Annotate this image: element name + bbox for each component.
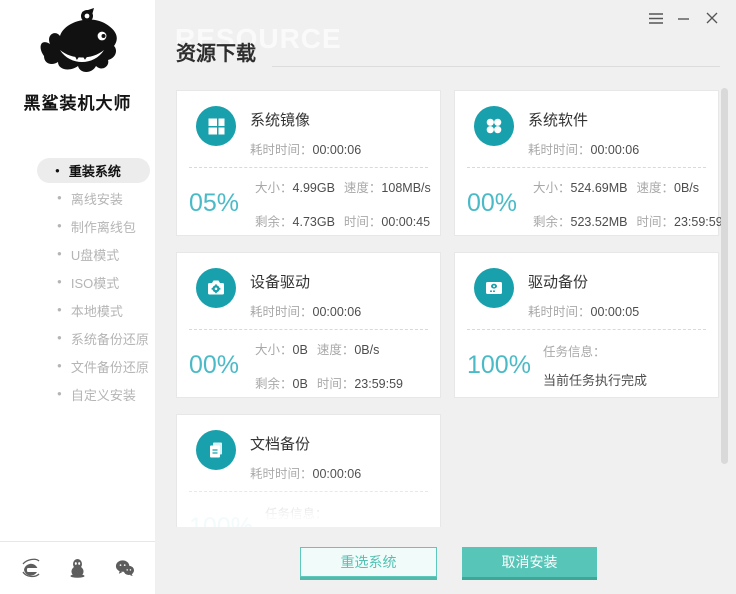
sidebar-item-reinstall-system[interactable]: ● 重装系统 [37,158,150,183]
task-info-label: 任务信息： [264,507,328,521]
elapsed-time: 耗时时间：00:00:06 [528,143,640,157]
stat-time: 时间：23:59:59 [636,214,723,229]
wechat-icon[interactable] [115,558,135,578]
sidebar-item-custom-install[interactable]: ● 自定义安装 [0,380,155,408]
bullet-icon: ● [57,221,62,230]
sidebar-item-file-backup-restore[interactable]: ● 文件备份还原 [0,352,155,380]
windows-grid-icon [196,106,236,146]
divider [189,491,428,492]
divider [189,167,428,168]
sidebar-item-label: 重装系统 [68,164,121,179]
sidebar-item-label: 本地模式 [70,303,123,319]
elapsed-time: 耗时时间：00:00:06 [250,467,362,481]
card-driver-backup: 驱动备份 耗时时间：00:00:05 100% 任务信息： 当前任务执行完成 [454,252,719,398]
reselect-system-button[interactable]: 重选系统 [300,547,437,577]
sidebar: 黑鲨装机大师 装机首页 一键装机 ● 重装系统 ● 离线安装 [0,0,221,594]
cancel-install-button[interactable]: 取消安装 [462,547,597,577]
stat-speed: 速度：0B/s [636,180,700,195]
stat-speed: 速度：108MB/s [343,180,431,195]
divider [467,167,706,168]
bullet-icon: ● [57,305,62,314]
stat-speed: 速度：0B/s [316,342,380,357]
stat-remaining: 剩余：523.52MB [533,214,628,229]
app-name: 黑鲨装机大师 [23,94,132,113]
sidebar-item-label: 制作离线包 [70,219,136,235]
card-title: 系统镜像 [250,112,311,129]
sidebar-item-label: 系统备份还原 [70,331,149,347]
download-stats: 大小：4.99GB 速度：108MB/s 剩余：4.73GB 时间：00:00:… [255,177,431,230]
bullet-icon: ● [57,193,62,202]
logo: 黑鲨装机大师 [0,6,155,114]
main-panel: RESOURCE 资源下载 系统镜像 耗时时间：00:00:06 05% 大小：… [155,0,736,594]
menu-icon[interactable] [649,11,663,25]
elapsed-time: 耗时时间：00:00:06 [250,305,362,319]
sidebar-item-local-mode[interactable]: ● 本地模式 [0,296,155,324]
sidebar-footer [0,541,155,594]
sidebar-item-offline-install[interactable]: ● 离线安装 [0,184,155,212]
progress-percent: 100% [189,512,253,528]
qq-icon[interactable] [68,558,88,578]
device-driver-icon [196,268,236,308]
bullet-icon: ● [57,277,62,286]
window-controls [649,11,719,25]
card-title: 驱动备份 [528,274,589,291]
sidebar-item-system-backup-restore[interactable]: ● 系统备份还原 [0,324,155,352]
title-underline [272,66,720,67]
shark-logo-icon [30,8,126,86]
scrollbar[interactable] [721,88,728,464]
elapsed-time: 耗时时间：00:00:05 [528,305,640,319]
sidebar-item-label: 自定义安装 [70,387,136,403]
card-system-image: 系统镜像 耗时时间：00:00:06 05% 大小：4.99GB 速度：108M… [176,90,441,236]
close-icon[interactable] [705,11,719,25]
download-cards-area: 系统镜像 耗时时间：00:00:06 05% 大小：4.99GB 速度：108M… [155,88,736,527]
sidebar-item-label: 离线安装 [70,191,123,207]
task-info: 任务信息： 当前任务执行完成 [265,503,369,527]
sidebar-item-iso-mode[interactable]: ● ISO模式 [0,268,155,296]
card-system-software: 系统软件 耗时时间：00:00:06 00% 大小：524.69MB 速度：0B… [454,90,723,236]
sidebar-item-label: 文件备份还原 [70,359,149,375]
sidebar-item-label: ISO模式 [70,275,120,291]
card-device-driver: 设备驱动 耗时时间：00:00:06 00% 大小：0B 速度：0B/s 剩余：… [176,252,441,398]
progress-percent: 100% [467,350,531,379]
app-petals-icon [474,106,514,146]
page-title: 资源下载 [176,43,256,65]
app-window: 黑鲨装机大师 装机首页 一键装机 ● 重装系统 ● 离线安装 [0,0,736,594]
document-backup-icon [196,430,236,470]
sidebar-item-label: U盘模式 [70,247,120,263]
progress-percent: 00% [189,350,240,379]
progress-percent: 05% [189,188,240,217]
stat-size: 大小：0B [255,342,308,357]
stat-size: 大小：4.99GB [255,180,335,195]
sidebar-item-usb-mode[interactable]: ● U盘模式 [0,240,155,268]
divider [467,329,706,330]
download-stats: 大小：0B 速度：0B/s 剩余：0B 时间：23:59:59 [255,339,403,392]
task-info-value: 当前任务执行完成 [542,373,647,388]
card-document-backup: 文档备份 耗时时间：00:00:06 100% 任务信息： 当前任务执行完成 [176,414,441,527]
card-title: 文档备份 [250,436,311,453]
sidebar-item-make-offline-pack[interactable]: ● 制作离线包 [0,212,155,240]
minimize-icon[interactable] [677,11,691,25]
stat-time: 时间：00:00:45 [343,214,431,229]
elapsed-time: 耗时时间：00:00:06 [250,143,362,157]
card-title: 系统软件 [528,112,589,129]
bullet-icon: ● [57,361,62,370]
bullet-icon: ● [57,333,62,342]
task-info: 任务信息： 当前任务执行完成 [543,341,647,389]
drive-backup-icon [474,268,514,308]
task-info-label: 任务信息： [542,345,606,359]
bullet-icon: ● [55,165,60,175]
stat-time: 时间：23:59:59 [316,376,403,391]
sidebar-menu: 装机首页 一键装机 ● 重装系统 ● 离线安装 ● 制作离线包 [0,133,221,408]
progress-percent: 00% [467,188,518,217]
download-stats: 大小：524.69MB 速度：0B/s 剩余：523.52MB 时间：23:59… [533,177,723,230]
stat-size: 大小：524.69MB [533,180,628,195]
bullet-icon: ● [57,389,62,398]
stat-remaining: 剩余：4.73GB [255,214,335,229]
stat-remaining: 剩余：0B [255,376,308,391]
ie-browser-icon[interactable] [21,558,41,578]
divider [189,329,428,330]
bullet-icon: ● [57,249,62,258]
card-title: 设备驱动 [250,274,311,291]
